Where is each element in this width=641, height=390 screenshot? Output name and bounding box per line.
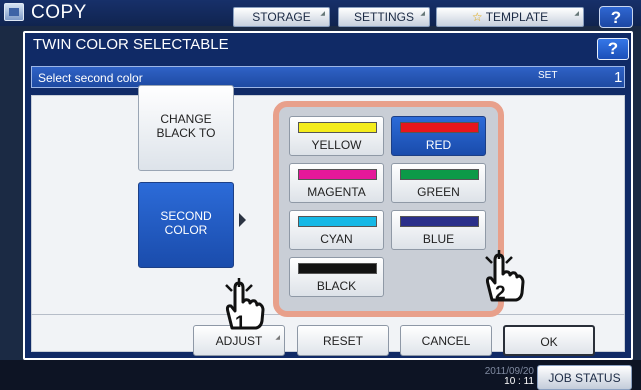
color-black-label: BLACK — [316, 279, 357, 293]
tab-template-label: TEMPLATE — [485, 10, 549, 24]
color-black-button[interactable]: BLACK — [289, 257, 384, 297]
color-red-button[interactable]: RED — [391, 116, 486, 156]
black-swatch — [298, 263, 377, 274]
reset-label: RESET — [322, 334, 363, 348]
callout-2: 2 — [495, 283, 506, 304]
chevron-icon: ◢ — [420, 11, 425, 17]
color-magenta-label: MAGENTA — [307, 185, 366, 199]
change-black-to-button[interactable]: CHANGE BLACK TO — [138, 85, 234, 171]
ok-button[interactable]: OK — [503, 325, 595, 356]
change-black-label: CHANGE BLACK TO — [156, 112, 216, 140]
dialog-title: TWIN COLOR SELECTABLE — [33, 36, 229, 53]
clock: 2011/09/20 10 : 11 — [470, 367, 534, 389]
tab-storage-label: STORAGE — [252, 10, 311, 24]
ok-label: OK — [540, 335, 558, 349]
second-color-button[interactable]: SECOND COLOR — [138, 182, 234, 268]
cyan-swatch — [298, 216, 377, 227]
tab-storage[interactable]: STORAGE ◢ — [233, 7, 330, 27]
job-status-button[interactable]: JOB STATUS — [537, 365, 632, 390]
chevron-icon: ◢ — [320, 11, 325, 17]
pointing-hand-icon: 1 — [225, 278, 265, 332]
tab-settings[interactable]: SETTINGS ◢ — [338, 7, 430, 27]
tab-template[interactable]: ☆ TEMPLATE ◢ — [436, 7, 584, 27]
tab-settings-label: SETTINGS — [353, 10, 414, 24]
chevron-icon: ◢ — [574, 11, 579, 17]
help-button[interactable]: ? — [599, 6, 633, 28]
copy-icon — [4, 3, 24, 21]
app-title: COPY — [31, 2, 87, 23]
dialog-subtitle-bar: Select second color SET 1 — [31, 66, 625, 88]
set-count: 1 — [614, 69, 623, 86]
chevron-icon: ◢ — [275, 335, 280, 341]
copy-screen: COPY STORAGE ◢ SETTINGS ◢ ☆ TEMPLATE ◢ ? 20… — [0, 0, 641, 390]
red-swatch — [400, 122, 479, 133]
adjust-label: ADJUST — [215, 334, 263, 348]
yellow-swatch — [298, 122, 377, 133]
color-yellow-button[interactable]: YELLOW — [289, 116, 384, 156]
cancel-button[interactable]: CANCEL — [400, 325, 492, 356]
dialog-help-button[interactable]: ? — [597, 38, 629, 60]
clock-time: 10 : 11 — [504, 376, 534, 387]
color-palette: YELLOW RED MAGENTA GREEN CYAN BLUE BLACK — [273, 101, 504, 317]
second-color-label: SECOND COLOR — [160, 209, 212, 237]
color-green-button[interactable]: GREEN — [391, 163, 486, 203]
magenta-swatch — [298, 169, 377, 180]
dialog-subtitle: Select second color — [38, 71, 143, 85]
color-cyan-label: CYAN — [320, 232, 353, 246]
color-magenta-button[interactable]: MAGENTA — [289, 163, 384, 203]
reset-button[interactable]: RESET — [297, 325, 389, 356]
color-blue-label: BLUE — [422, 232, 455, 246]
cancel-label: CANCEL — [421, 334, 471, 348]
color-blue-button[interactable]: BLUE — [391, 210, 486, 250]
pointing-hand-icon-2: 2 — [485, 250, 525, 304]
blue-swatch — [400, 216, 479, 227]
set-label: SET — [538, 70, 558, 81]
color-cyan-button[interactable]: CYAN — [289, 210, 384, 250]
green-swatch — [400, 169, 479, 180]
color-yellow-label: YELLOW — [311, 138, 362, 152]
color-red-label: RED — [425, 138, 452, 152]
arrow-right-icon — [239, 213, 246, 227]
color-green-label: GREEN — [417, 185, 460, 199]
star-icon: ☆ — [471, 10, 483, 24]
callout-1: 1 — [235, 313, 246, 332]
